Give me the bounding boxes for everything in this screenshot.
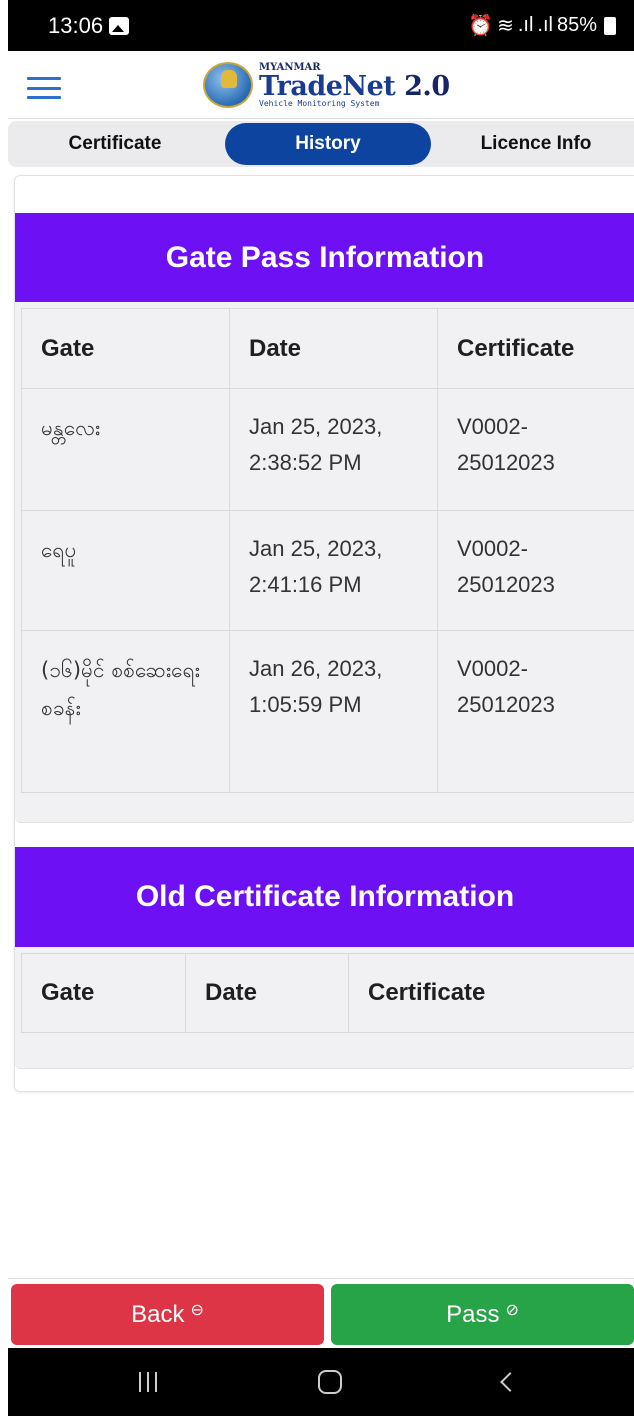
column-header-gate: Gate <box>21 953 186 1033</box>
date-cell: Jan 25, 2023, 2:41:16 PM <box>229 510 438 631</box>
status-right: ⏰ ≋ .ıl .ıl 85% <box>468 13 616 38</box>
signal-icon: .ıl <box>517 14 534 36</box>
certificate-cell: V0002- 25012023 <box>437 388 634 511</box>
old-certificate-title: Old Certificate Information <box>15 847 634 947</box>
column-header-date: Date <box>185 953 349 1033</box>
time-line: 2:38:52 PM <box>249 450 362 475</box>
back-button-label: Back <box>131 1300 185 1328</box>
time-line: 2:41:16 PM <box>249 572 362 597</box>
back-circle-icon: ⊖ <box>190 1301 204 1319</box>
cert-line: 25012023 <box>457 572 555 597</box>
gate-pass-section: Gate Pass Information Gate Date Certific… <box>15 213 634 823</box>
cert-line: V0002- <box>457 414 528 439</box>
globe-logo-icon <box>203 62 253 108</box>
status-left: 13:06 <box>48 12 130 39</box>
cert-line: 25012023 <box>457 450 555 475</box>
pass-button-label: Pass <box>446 1300 500 1328</box>
old-certificate-section: Old Certificate Information Gate Date Ce… <box>15 847 634 1069</box>
gate-pass-title: Gate Pass Information <box>15 213 634 302</box>
cert-line: V0002- <box>457 656 528 681</box>
nav-back-icon[interactable] <box>480 1348 540 1416</box>
column-header-certificate: Certificate <box>437 308 634 389</box>
logo-text: MYANMAR TradeNet 2.0 Vehicle Monitoring … <box>259 62 450 108</box>
cert-line: 25012023 <box>457 692 555 717</box>
home-icon[interactable] <box>300 1348 360 1416</box>
app-header: MYANMAR TradeNet 2.0 Vehicle Monitoring … <box>8 51 634 119</box>
table-header-row: Gate Date Certificate <box>21 953 634 1033</box>
wifi-icon: ≋ <box>497 15 514 37</box>
cert-line: V0002- <box>457 536 528 561</box>
column-header-gate: Gate <box>21 308 230 389</box>
tab-bar: Certificate History Licence Info <box>8 121 634 167</box>
date-cell: Jan 25, 2023, 2:38:52 PM <box>229 388 438 511</box>
pass-button[interactable]: Pass ⊘ <box>331 1284 634 1345</box>
action-bar: Back ⊖ Pass ⊘ <box>8 1278 634 1348</box>
date-cell: Jan 26, 2023, 1:05:59 PM <box>229 630 438 793</box>
battery-level: 85% <box>556 14 597 36</box>
table-row: (၁၆)မိုင် စစ်ဆေးရေး စခန်း Jan 26, 2023, 1… <box>21 630 634 793</box>
battery-icon <box>604 16 616 35</box>
column-header-date: Date <box>229 308 438 389</box>
back-button[interactable]: Back ⊖ <box>11 1284 324 1345</box>
old-certificate-table: Gate Date Certificate <box>21 953 634 1033</box>
time-line: 1:05:59 PM <box>249 692 362 717</box>
date-line: Jan 25, 2023, <box>249 414 383 439</box>
signal-icon: .ıl <box>537 14 553 36</box>
logo-title: TradeNet 2.0 <box>259 73 450 100</box>
history-card: Gate Pass Information Gate Date Certific… <box>14 175 634 1092</box>
logo-name: TradeNet <box>259 70 396 102</box>
gate-pass-table: Gate Date Certificate မန္တလေး Jan 25, 20… <box>21 308 634 793</box>
certificate-cell: V0002- 25012023 <box>437 630 634 793</box>
table-row: မန္တလေး Jan 25, 2023, 2:38:52 PM V0002- 25… <box>21 388 634 511</box>
tab-licence-info[interactable]: Licence Info <box>438 123 634 165</box>
app-logo: MYANMAR TradeNet 2.0 Vehicle Monitoring … <box>203 61 450 109</box>
logo-version: 2.0 <box>404 70 450 102</box>
image-icon <box>109 16 130 35</box>
gate-cell: မန္တလေး <box>21 388 230 511</box>
check-circle-icon: ⊘ <box>505 1301 519 1319</box>
table-row: ရေပူ Jan 25, 2023, 2:41:16 PM V0002- 25012… <box>21 510 634 631</box>
tab-certificate[interactable]: Certificate <box>8 123 222 165</box>
system-nav-bar <box>8 1348 634 1416</box>
tab-history[interactable]: History <box>225 123 431 165</box>
status-time: 13:06 <box>48 12 104 38</box>
recent-apps-icon[interactable] <box>118 1348 178 1416</box>
gate-cell: (၁၆)မိုင် စစ်ဆေးရေး စခန်း <box>21 630 230 793</box>
column-header-certificate: Certificate <box>348 953 634 1033</box>
menu-icon[interactable] <box>27 77 61 99</box>
gate-cell: ရေပူ <box>21 510 230 631</box>
logo-subtitle: Vehicle Monitoring System <box>259 98 380 108</box>
status-bar: 13:06 ⏰ ≋ .ıl .ıl 85% <box>8 0 634 51</box>
date-line: Jan 26, 2023, <box>249 656 383 681</box>
alarm-icon: ⏰ <box>468 15 494 37</box>
certificate-cell: V0002- 25012023 <box>437 510 634 631</box>
table-header-row: Gate Date Certificate <box>21 308 634 389</box>
date-line: Jan 25, 2023, <box>249 536 383 561</box>
